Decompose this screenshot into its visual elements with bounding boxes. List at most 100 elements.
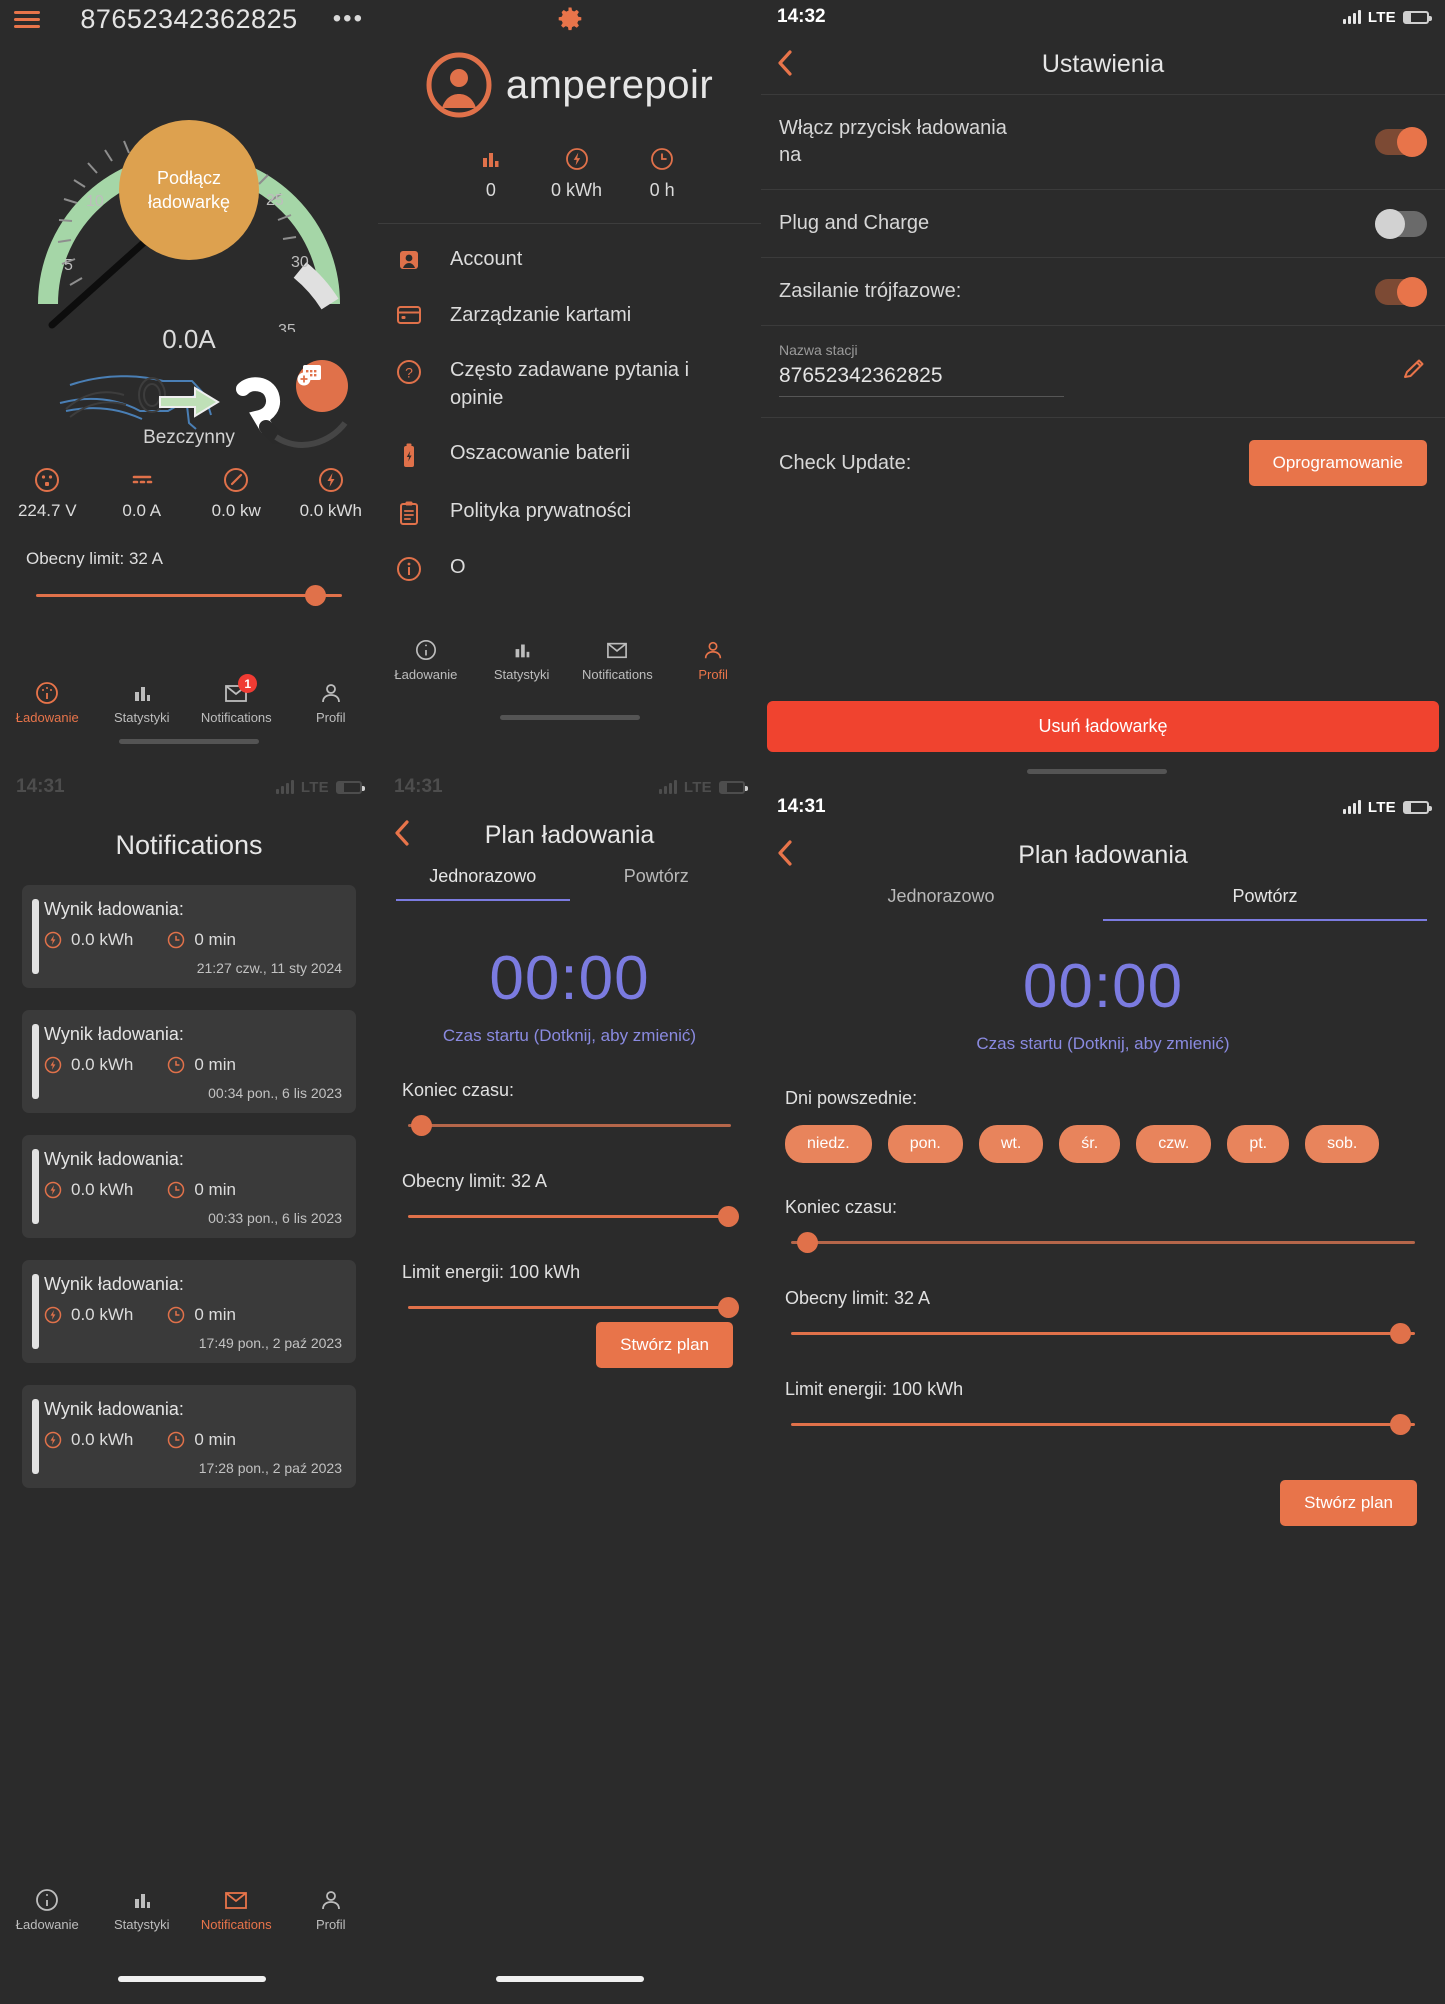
slider-knob[interactable] bbox=[1390, 1323, 1412, 1344]
energy-limit-slider[interactable] bbox=[408, 1297, 740, 1319]
firmware-update-button[interactable]: Oprogramowanie bbox=[1248, 440, 1427, 486]
hamburger-icon[interactable] bbox=[14, 10, 40, 28]
setting-row-three-phase[interactable]: Zasilanie trójfazowe: bbox=[761, 257, 1445, 325]
tab-statystyki[interactable]: Statystyki bbox=[95, 681, 190, 725]
slider-knob[interactable] bbox=[718, 1206, 740, 1227]
tab-ladowanie[interactable]: Ładowanie bbox=[378, 638, 474, 682]
tab-label: Notifications bbox=[581, 667, 653, 682]
end-time-slider[interactable] bbox=[791, 1232, 1415, 1254]
bottom-tab-bar: Ładowanie Statystyki Notifications Profi… bbox=[0, 1888, 378, 1932]
tab-statystyki[interactable]: Statystyki bbox=[95, 1888, 190, 1932]
menu-item-about[interactable]: O bbox=[378, 540, 761, 596]
tab-ladowanie[interactable]: Ładowanie bbox=[0, 1888, 95, 1932]
charging-header: 87652342362825 ••• bbox=[0, 0, 378, 38]
tab-notifications[interactable]: 1 Notifications bbox=[189, 674, 284, 725]
tab-profil[interactable]: Profil bbox=[665, 638, 761, 682]
slider-track bbox=[791, 1332, 1415, 1335]
current-limit-slider[interactable] bbox=[408, 1206, 740, 1228]
weekdays-label: Dni powszednie: bbox=[785, 1088, 918, 1108]
day-chip-czw[interactable]: czw. bbox=[1136, 1125, 1212, 1163]
list-item[interactable]: Wynik ładowania: 0.0 kWh 0 min 00:33 pon… bbox=[22, 1135, 356, 1238]
brand-row: amperepoir bbox=[378, 52, 761, 118]
tab-jednorazowo[interactable]: Jednorazowo bbox=[396, 866, 570, 901]
notification-energy: 0.0 kWh bbox=[44, 930, 133, 950]
pencil-icon[interactable] bbox=[1401, 357, 1427, 397]
metric-power: 0.0 kw bbox=[189, 465, 284, 521]
home-indicator bbox=[118, 1976, 266, 1982]
home-indicator bbox=[500, 715, 640, 720]
slider-knob[interactable] bbox=[718, 1297, 740, 1318]
clock-icon bbox=[168, 1431, 185, 1449]
setting-row-charge-button[interactable]: Włącz przycisk ładowania na bbox=[761, 94, 1445, 189]
current-limit-slider[interactable] bbox=[791, 1323, 1415, 1345]
menu-item-cards[interactable]: Zarządzanie kartami bbox=[378, 288, 761, 344]
bolt-circle-icon bbox=[44, 1306, 62, 1324]
more-options-icon[interactable]: ••• bbox=[333, 6, 364, 30]
menu-item-faq[interactable]: ? Często zadawane pytania i opinie bbox=[378, 343, 761, 426]
avatar-icon[interactable] bbox=[426, 52, 492, 118]
gauge-center-line2: ładowarkę bbox=[147, 192, 231, 212]
start-time-value[interactable]: 00:00 bbox=[378, 943, 761, 1014]
day-chip-wt[interactable]: wt. bbox=[978, 1125, 1044, 1163]
day-chip-niedz[interactable]: niedz. bbox=[785, 1125, 872, 1163]
slider-knob[interactable] bbox=[1390, 1414, 1412, 1435]
plan-header: Plan ładowania bbox=[378, 804, 761, 866]
add-schedule-icon[interactable] bbox=[296, 360, 348, 412]
day-chip-pon[interactable]: pon. bbox=[887, 1125, 963, 1163]
tab-notifications[interactable]: Notifications bbox=[189, 1888, 284, 1932]
delete-charger-button[interactable]: Usuń ładowarkę bbox=[767, 701, 1439, 752]
metric-value: 0.0 kw bbox=[211, 501, 261, 520]
charging-plan-once-screen: 14:31 LTE Plan ładowania Jednorazowo Pow… bbox=[378, 770, 761, 2004]
notification-title: Wynik ładowania: bbox=[44, 1399, 184, 1419]
charger-status-text: Bezczynny bbox=[143, 427, 235, 448]
toggle-plug-and-charge[interactable] bbox=[1375, 208, 1427, 239]
status-bar: 14:31 LTE bbox=[0, 770, 378, 804]
check-update-row: Check Update: Oprogramowanie bbox=[761, 417, 1445, 508]
tab-powtorz[interactable]: Powtórz bbox=[1103, 886, 1427, 921]
setting-row-plug-and-charge[interactable]: Plug and Charge bbox=[761, 189, 1445, 257]
status-time: 14:32 bbox=[777, 6, 826, 27]
tab-profil[interactable]: Profil bbox=[284, 681, 379, 725]
list-item[interactable]: Wynik ładowania: 0.0 kWh 0 min 17:28 pon… bbox=[22, 1385, 356, 1488]
day-chip-sr[interactable]: śr. bbox=[1059, 1125, 1121, 1163]
end-time-label: Koniec czasu: bbox=[402, 1080, 515, 1100]
plan-mode-tabs: Jednorazowo Powtórz bbox=[396, 866, 743, 901]
slider-knob[interactable] bbox=[797, 1232, 819, 1253]
menu-item-account[interactable]: Account bbox=[378, 232, 761, 288]
toggle-three-phase[interactable] bbox=[1375, 276, 1427, 307]
slider-knob[interactable] bbox=[411, 1115, 433, 1136]
start-time-value[interactable]: 00:00 bbox=[761, 951, 1445, 1022]
tab-profil[interactable]: Profil bbox=[284, 1888, 379, 1932]
station-name-value[interactable]: 87652342362825 bbox=[779, 364, 1064, 397]
tab-ladowanie[interactable]: Ładowanie bbox=[0, 681, 95, 725]
current-limit-slider[interactable] bbox=[36, 585, 342, 607]
gear-icon[interactable] bbox=[378, 0, 761, 38]
tab-jednorazowo[interactable]: Jednorazowo bbox=[779, 886, 1103, 921]
tab-notifications[interactable]: Notifications bbox=[570, 638, 666, 682]
toggle-charge-button[interactable] bbox=[1375, 127, 1427, 157]
create-plan-button[interactable]: Stwórz plan bbox=[596, 1322, 733, 1368]
battery-icon bbox=[336, 780, 365, 794]
menu-item-battery[interactable]: Oszacowanie baterii bbox=[378, 426, 761, 484]
station-name-field[interactable]: Nazwa stacji 87652342362825 bbox=[761, 325, 1445, 405]
tab-label: Ładowanie bbox=[394, 667, 458, 682]
dc-icon bbox=[95, 465, 190, 495]
home-indicator bbox=[119, 739, 259, 744]
slider-knob[interactable] bbox=[305, 585, 327, 606]
list-item[interactable]: Wynik ładowania: 0.0 kWh 0 min 21:27 czw… bbox=[22, 885, 356, 988]
list-item[interactable]: Wynik ładowania: 0.0 kWh 0 min 17:49 pon… bbox=[22, 1260, 356, 1363]
tab-powtorz[interactable]: Powtórz bbox=[570, 866, 744, 901]
menu-item-privacy[interactable]: Polityka prywatności bbox=[378, 484, 761, 540]
day-chip-pt[interactable]: pt. bbox=[1227, 1125, 1290, 1163]
notification-duration: 0 min bbox=[167, 930, 236, 950]
weekday-chips: niedz. pon. wt. śr. czw. pt. sob. bbox=[785, 1125, 1421, 1163]
energy-limit-slider[interactable] bbox=[791, 1414, 1415, 1436]
home-indicator bbox=[1027, 769, 1167, 774]
tab-statystyki[interactable]: Statystyki bbox=[474, 638, 570, 682]
day-chip-sob[interactable]: sob. bbox=[1305, 1125, 1380, 1163]
create-plan-button[interactable]: Stwórz plan bbox=[1280, 1480, 1417, 1526]
list-item[interactable]: Wynik ładowania: 0.0 kWh 0 min 00:34 pon… bbox=[22, 1010, 356, 1113]
menu-label: Zarządzanie kartami bbox=[450, 303, 632, 326]
end-time-slider[interactable] bbox=[408, 1115, 731, 1137]
metric-value: 224.7 V bbox=[17, 501, 77, 520]
